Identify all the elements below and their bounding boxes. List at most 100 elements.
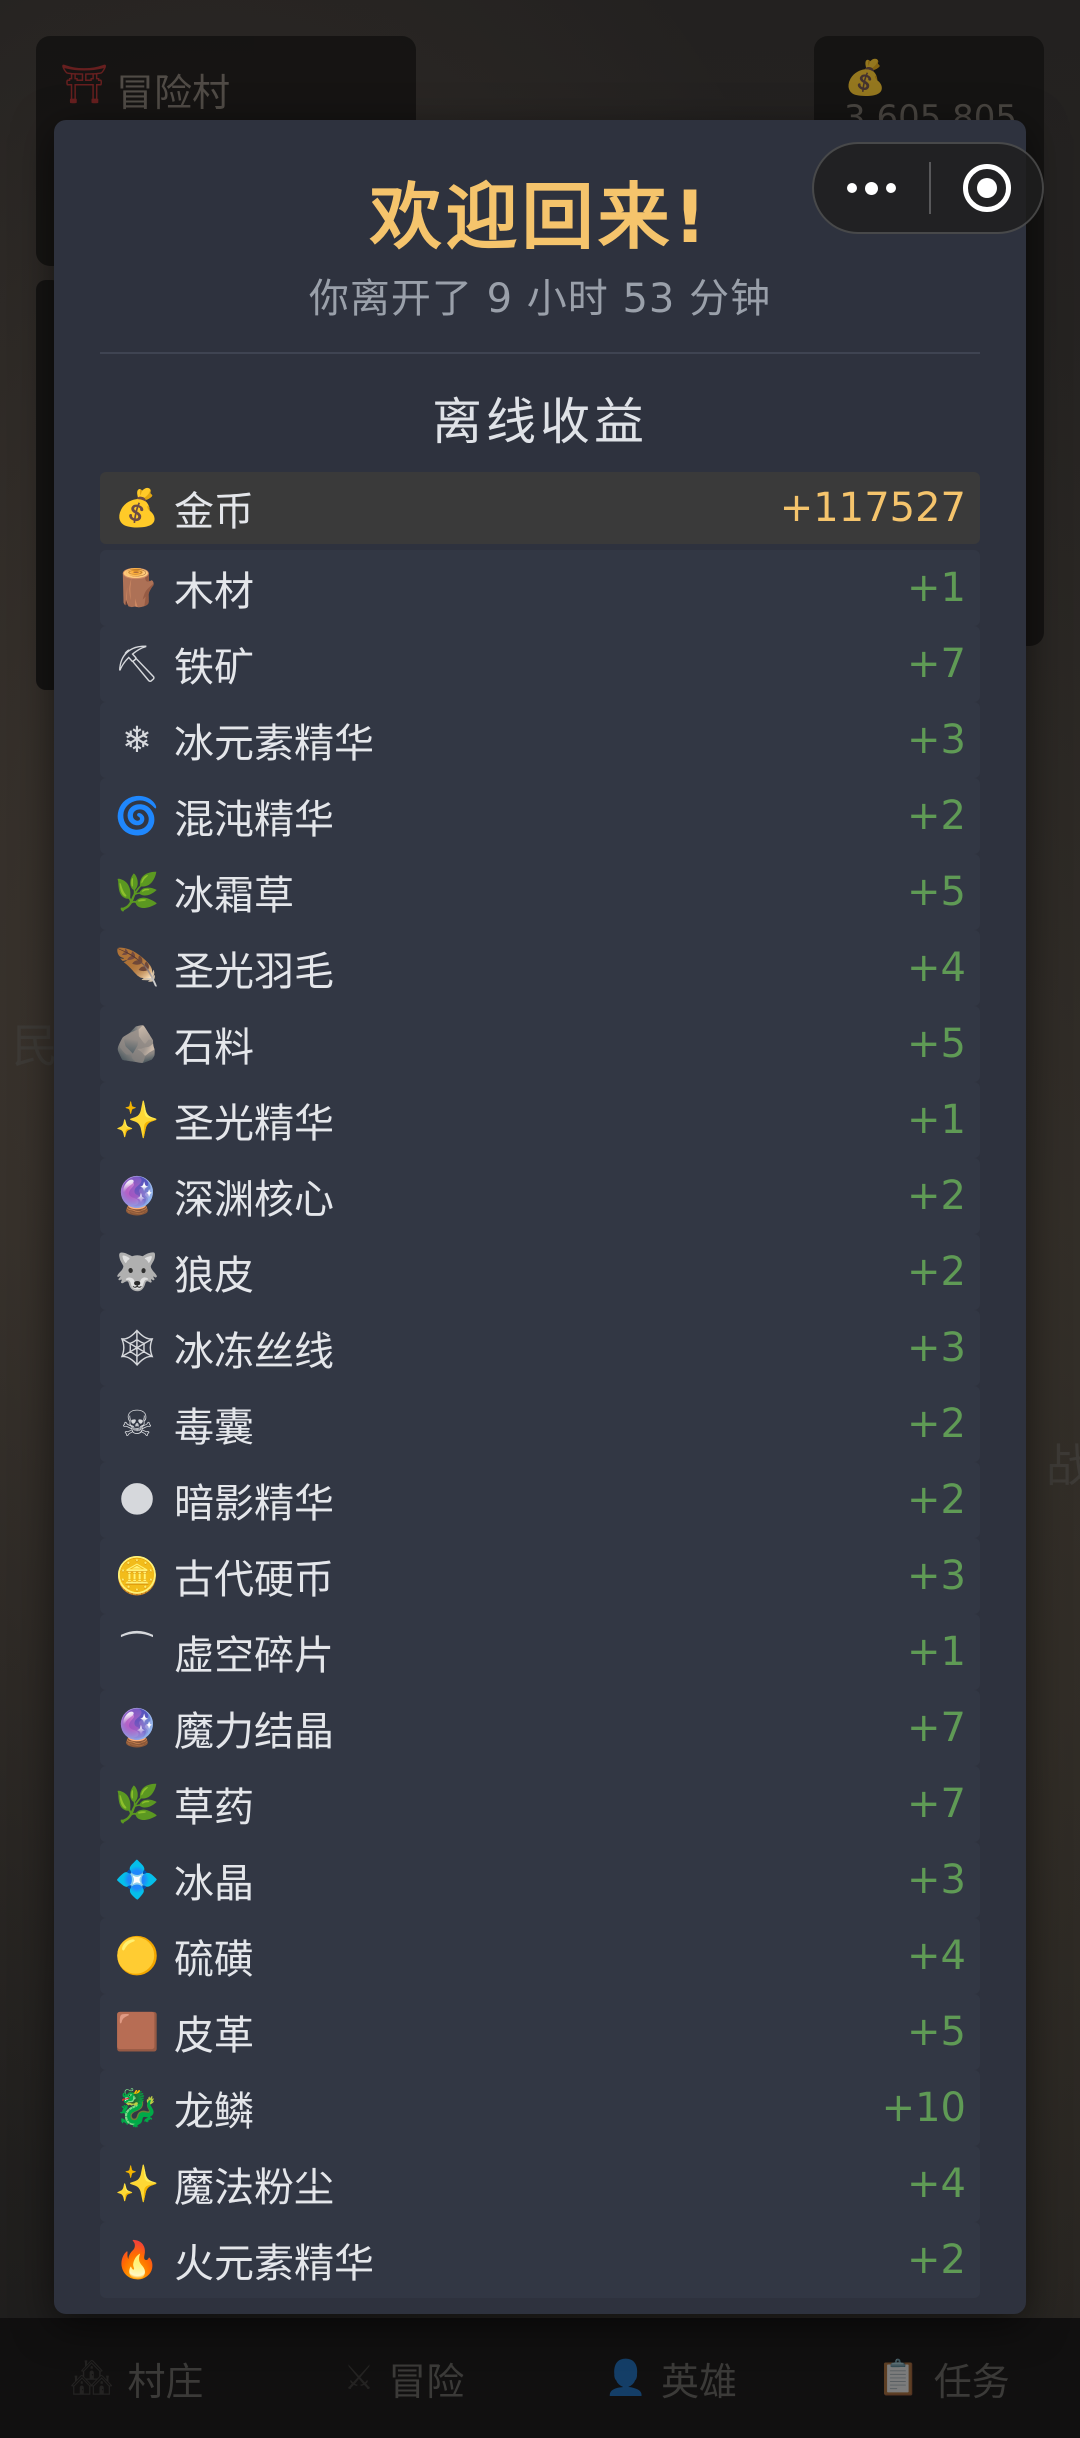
reward-row: 🔥 火元素精华 +2	[100, 2222, 980, 2298]
reward-amount: +7	[907, 641, 966, 687]
reward-amount: +2	[907, 2237, 966, 2283]
reward-row: 🌿 草药 +7	[100, 1766, 980, 1842]
reward-amount: +5	[907, 869, 966, 915]
money-bag-icon: 💰	[844, 58, 887, 98]
side-text-left: 民	[12, 1019, 58, 1073]
reward-amount: +3	[907, 1325, 966, 1371]
reward-amount: +1	[907, 1629, 966, 1675]
money-bag-icon: 💰	[114, 488, 160, 529]
reward-name: 冰元素精华	[174, 721, 374, 767]
more-dot-icon	[865, 181, 878, 195]
pickaxe-icon: ⛏	[114, 644, 160, 685]
sparkles-icon: ✨	[114, 2164, 160, 2205]
brown-square-icon: 🟫	[114, 2012, 160, 2053]
reward-name: 火元素精华	[174, 2241, 374, 2287]
new-moon-icon: 🌑	[118, 1479, 156, 1521]
void-shard-icon: ⁀	[122, 1631, 152, 1673]
reward-row: 🕸 冰冻丝线 +3	[100, 1310, 980, 1386]
coin-icon: 🪙	[114, 1556, 160, 1597]
nav-label: 任务	[933, 2359, 1010, 2404]
reward-row: 🟡 硫磺 +4	[100, 1918, 980, 1994]
nav-item-village[interactable]: 🏘 村庄	[70, 2351, 203, 2406]
rock-icon: 🪨	[114, 1024, 160, 1065]
reward-row: 💰 金币 +117527	[100, 472, 980, 544]
reward-name: 虚空碎片	[174, 1633, 334, 1679]
reward-row: 🪵 木材 +1	[100, 550, 980, 626]
reward-name: 龙鳞	[174, 2089, 254, 2135]
reward-name: 毒囊	[174, 1405, 254, 1451]
more-dot-icon	[847, 183, 857, 193]
snowflake-icon: ❄	[121, 719, 153, 761]
reward-amount: +5	[907, 1021, 966, 1067]
spider-web-icon: 🕸	[114, 1328, 160, 1369]
reward-name: 混沌精华	[174, 797, 334, 843]
torii-gate-icon: ⛩	[60, 62, 109, 106]
reward-name: 圣光羽毛	[174, 949, 334, 995]
clipboard-icon: 📋	[877, 2358, 920, 2398]
reward-row: ⁀ 虚空碎片 +1	[100, 1614, 980, 1690]
reward-name: 硫磺	[174, 1937, 254, 1983]
nav-item-adventure[interactable]: ⚔ 冒险	[344, 2351, 465, 2406]
hero-icon: 👤	[604, 2358, 647, 2398]
reward-amount: +2	[907, 1249, 966, 1295]
reward-amount: +1	[907, 565, 966, 611]
reward-row: 🌀 混沌精华 +2	[100, 778, 980, 854]
reward-row: 🐺 狼皮 +2	[100, 1234, 980, 1310]
reward-row: ✨ 圣光精华 +1	[100, 1082, 980, 1158]
reward-row: 🟫 皮革 +5	[100, 1994, 980, 2070]
crossed-swords-icon: ⚔	[343, 2358, 375, 2398]
reward-row: 🐉 龙鳞 +10	[100, 2070, 980, 2146]
reward-row: ⛏ 铁矿 +7	[100, 626, 980, 702]
nav-label: 冒险	[388, 2359, 465, 2404]
fire-icon: 🔥	[114, 2240, 160, 2281]
reward-row: 🔮 深渊核心 +2	[100, 1158, 980, 1234]
offline-rewards-title: 离线收益	[432, 393, 648, 451]
close-miniprogram-button[interactable]	[931, 144, 1042, 232]
crystal-ball-icon: 🔮	[114, 1176, 160, 1217]
reward-name: 冰晶	[174, 1861, 254, 1907]
reward-name: 铁矿	[174, 645, 254, 691]
reward-name: 魔力结晶	[174, 1709, 334, 1755]
reward-row: 🪶 圣光羽毛 +4	[100, 930, 980, 1006]
reward-amount: +4	[907, 945, 966, 991]
village-icon: 🏘	[70, 2358, 114, 2398]
reward-name: 冰霜草	[174, 873, 294, 919]
reward-name: 皮革	[174, 2013, 254, 2059]
crystal-ball-icon: 🔮	[114, 1708, 160, 1749]
reward-row: 🪙 古代硬币 +3	[100, 1538, 980, 1614]
side-text-right: 战	[1046, 1439, 1080, 1493]
reward-amount: +10	[881, 2085, 966, 2131]
wood-log-icon: 🪵	[114, 568, 160, 609]
reward-row: 🌿 冰霜草 +5	[100, 854, 980, 930]
reward-name: 石料	[174, 1025, 254, 1071]
feather-icon: 🪶	[114, 948, 160, 989]
nav-item-tasks[interactable]: 📋 任务	[877, 2351, 1009, 2406]
village-title: 冒险村	[116, 71, 231, 115]
dragon-icon: 🐉	[114, 2088, 160, 2129]
cyclone-icon: 🌀	[114, 796, 160, 837]
reward-amount: +2	[907, 793, 966, 839]
reward-name: 金币	[174, 489, 254, 535]
reward-amount: +2	[907, 1477, 966, 1523]
reward-amount: +3	[907, 1553, 966, 1599]
reward-name: 草药	[174, 1785, 254, 1831]
skull-crossbones-icon: ☠	[120, 1403, 154, 1445]
reward-row: ☠ 毒囊 +2	[100, 1386, 980, 1462]
reward-row: 🪨 石料 +5	[100, 1006, 980, 1082]
reward-row: ❄ 冰元素精华 +3	[100, 702, 980, 778]
more-dot-icon	[886, 183, 896, 193]
reward-amount: +3	[907, 717, 966, 763]
reward-amount: +5	[907, 2009, 966, 2055]
more-button[interactable]	[814, 144, 929, 232]
reward-row: 🔮 魔力结晶 +7	[100, 1690, 980, 1766]
record-circle-icon	[962, 164, 1011, 212]
reward-amount: +2	[907, 1173, 966, 1219]
reward-name: 魔法粉尘	[174, 2165, 334, 2211]
reward-name: 古代硬币	[174, 1557, 334, 1603]
reward-list: 💰 金币 +117527 🪵 木材 +1 ⛏ 铁矿 +7 ❄ 冰元素精华 +3 🌀 混沌精华 +2 🌿 冰霜草 +…	[100, 472, 980, 2298]
reward-name: 狼皮	[174, 1253, 254, 1299]
reward-name: 暗影精华	[174, 1481, 334, 1527]
nav-label: 村庄	[127, 2359, 204, 2404]
reward-row: ✨ 魔法粉尘 +4	[100, 2146, 980, 2222]
nav-item-heroes[interactable]: 👤 英雄	[605, 2351, 737, 2406]
